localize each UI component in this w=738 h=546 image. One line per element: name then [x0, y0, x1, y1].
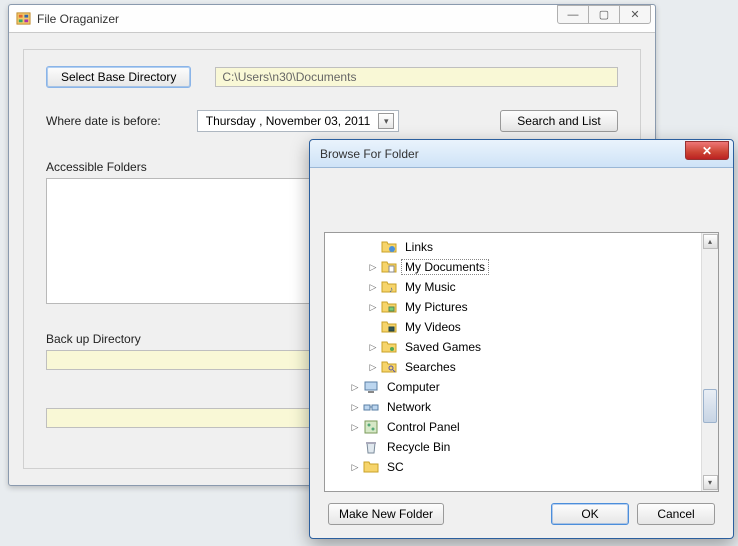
computer-icon — [363, 379, 379, 395]
folder-search-icon — [381, 359, 397, 375]
control-icon — [363, 419, 379, 435]
tree-item-label: Searches — [401, 359, 460, 375]
folder-games-icon — [381, 339, 397, 355]
folder-music-icon: ♪ — [381, 279, 397, 295]
titlebar: File Oraganizer — ▢ ✕ — [9, 5, 655, 33]
tree-item-label: Computer — [383, 379, 444, 395]
date-value: Thursday , November 03, 2011 — [206, 114, 371, 128]
folder-pics-icon — [381, 299, 397, 315]
expander-icon[interactable]: ▷ — [349, 422, 361, 433]
tree-item-label: My Pictures — [401, 299, 472, 315]
expander-icon[interactable]: ▷ — [367, 282, 379, 293]
scroll-thumb[interactable] — [703, 389, 717, 423]
tree-item-my-pictures[interactable]: ▷ My Pictures — [325, 297, 701, 317]
tree-item-saved-games[interactable]: ▷ Saved Games — [325, 337, 701, 357]
tree-item-searches[interactable]: ▷ Searches — [325, 357, 701, 377]
cancel-button[interactable]: Cancel — [637, 503, 715, 525]
tree-item-my-documents[interactable]: ▷ My Documents — [325, 257, 701, 277]
expander-icon[interactable]: ▷ — [367, 342, 379, 353]
tree-scrollbar[interactable]: ▴ ▾ — [701, 233, 718, 491]
svg-text:♪: ♪ — [389, 285, 393, 294]
folder-icon — [363, 459, 379, 475]
folder-video-icon — [381, 319, 397, 335]
window-controls: — ▢ ✕ — [558, 5, 655, 32]
dialog-titlebar: Browse For Folder ✕ — [310, 140, 733, 168]
expander-icon[interactable]: ▷ — [349, 462, 361, 473]
tree-item-label: Control Panel — [383, 419, 464, 435]
tree-item-computer[interactable]: ▷ Computer — [325, 377, 701, 397]
tree-item-control-panel[interactable]: ▷ Control Panel — [325, 417, 701, 437]
maximize-button[interactable]: ▢ — [588, 5, 620, 24]
select-base-directory-button[interactable]: Select Base Directory — [46, 66, 191, 88]
search-and-list-button[interactable]: Search and List — [500, 110, 618, 132]
tree-item-label: My Videos — [401, 319, 465, 335]
tree-item-sc[interactable]: ▷ SC — [325, 457, 701, 477]
recycle-icon — [363, 439, 379, 455]
scroll-up-button[interactable]: ▴ — [703, 234, 718, 249]
base-directory-field[interactable]: C:\Users\n30\Documents — [215, 67, 618, 87]
tree-item-label: Links — [401, 239, 437, 255]
folder-tree[interactable]: Links ▷ My Documents ▷ ♪ My Music ▷ My Pictures… — [324, 232, 719, 492]
expander-icon[interactable]: ▷ — [349, 402, 361, 413]
tree-item-my-music[interactable]: ▷ ♪ My Music — [325, 277, 701, 297]
tree-item-my-videos[interactable]: My Videos — [325, 317, 701, 337]
tree-item-links[interactable]: Links — [325, 237, 701, 257]
tree-item-recycle-bin[interactable]: Recycle Bin — [325, 437, 701, 457]
tree-item-label: SC — [383, 459, 408, 475]
make-new-folder-button[interactable]: Make New Folder — [328, 503, 444, 525]
expander-icon[interactable]: ▷ — [367, 302, 379, 313]
minimize-button[interactable]: — — [557, 5, 589, 24]
date-picker[interactable]: Thursday , November 03, 2011 ▾ — [197, 110, 400, 132]
folder-link-icon — [381, 239, 397, 255]
ok-button[interactable]: OK — [551, 503, 629, 525]
dialog-footer: Make New Folder OK Cancel — [324, 492, 719, 528]
tree-item-network[interactable]: ▷ Network — [325, 397, 701, 417]
expander-icon[interactable]: ▷ — [349, 382, 361, 393]
expander-icon[interactable]: ▷ — [367, 362, 379, 373]
tree-item-label: Recycle Bin — [383, 439, 454, 455]
dialog-body: Links ▷ My Documents ▷ ♪ My Music ▷ My Pictures… — [310, 168, 733, 538]
folder-docs-icon — [381, 259, 397, 275]
tree-item-label: Saved Games — [401, 339, 485, 355]
app-icon — [15, 11, 31, 27]
close-button[interactable]: ✕ — [619, 5, 651, 24]
dialog-title: Browse For Folder — [320, 147, 685, 161]
tree-item-label: My Documents — [401, 259, 489, 275]
browse-for-folder-dialog: Browse For Folder ✕ Links ▷ My Documents ▷ ♪… — [309, 139, 734, 539]
scroll-down-button[interactable]: ▾ — [703, 475, 718, 490]
date-dropdown-icon[interactable]: ▾ — [378, 113, 394, 129]
window-title: File Oraganizer — [37, 12, 558, 26]
dialog-close-button[interactable]: ✕ — [685, 141, 729, 160]
tree-item-label: My Music — [401, 279, 460, 295]
network-icon — [363, 399, 379, 415]
expander-icon[interactable]: ▷ — [367, 262, 379, 273]
tree-item-label: Network — [383, 399, 435, 415]
date-filter-label: Where date is before: — [46, 114, 161, 128]
